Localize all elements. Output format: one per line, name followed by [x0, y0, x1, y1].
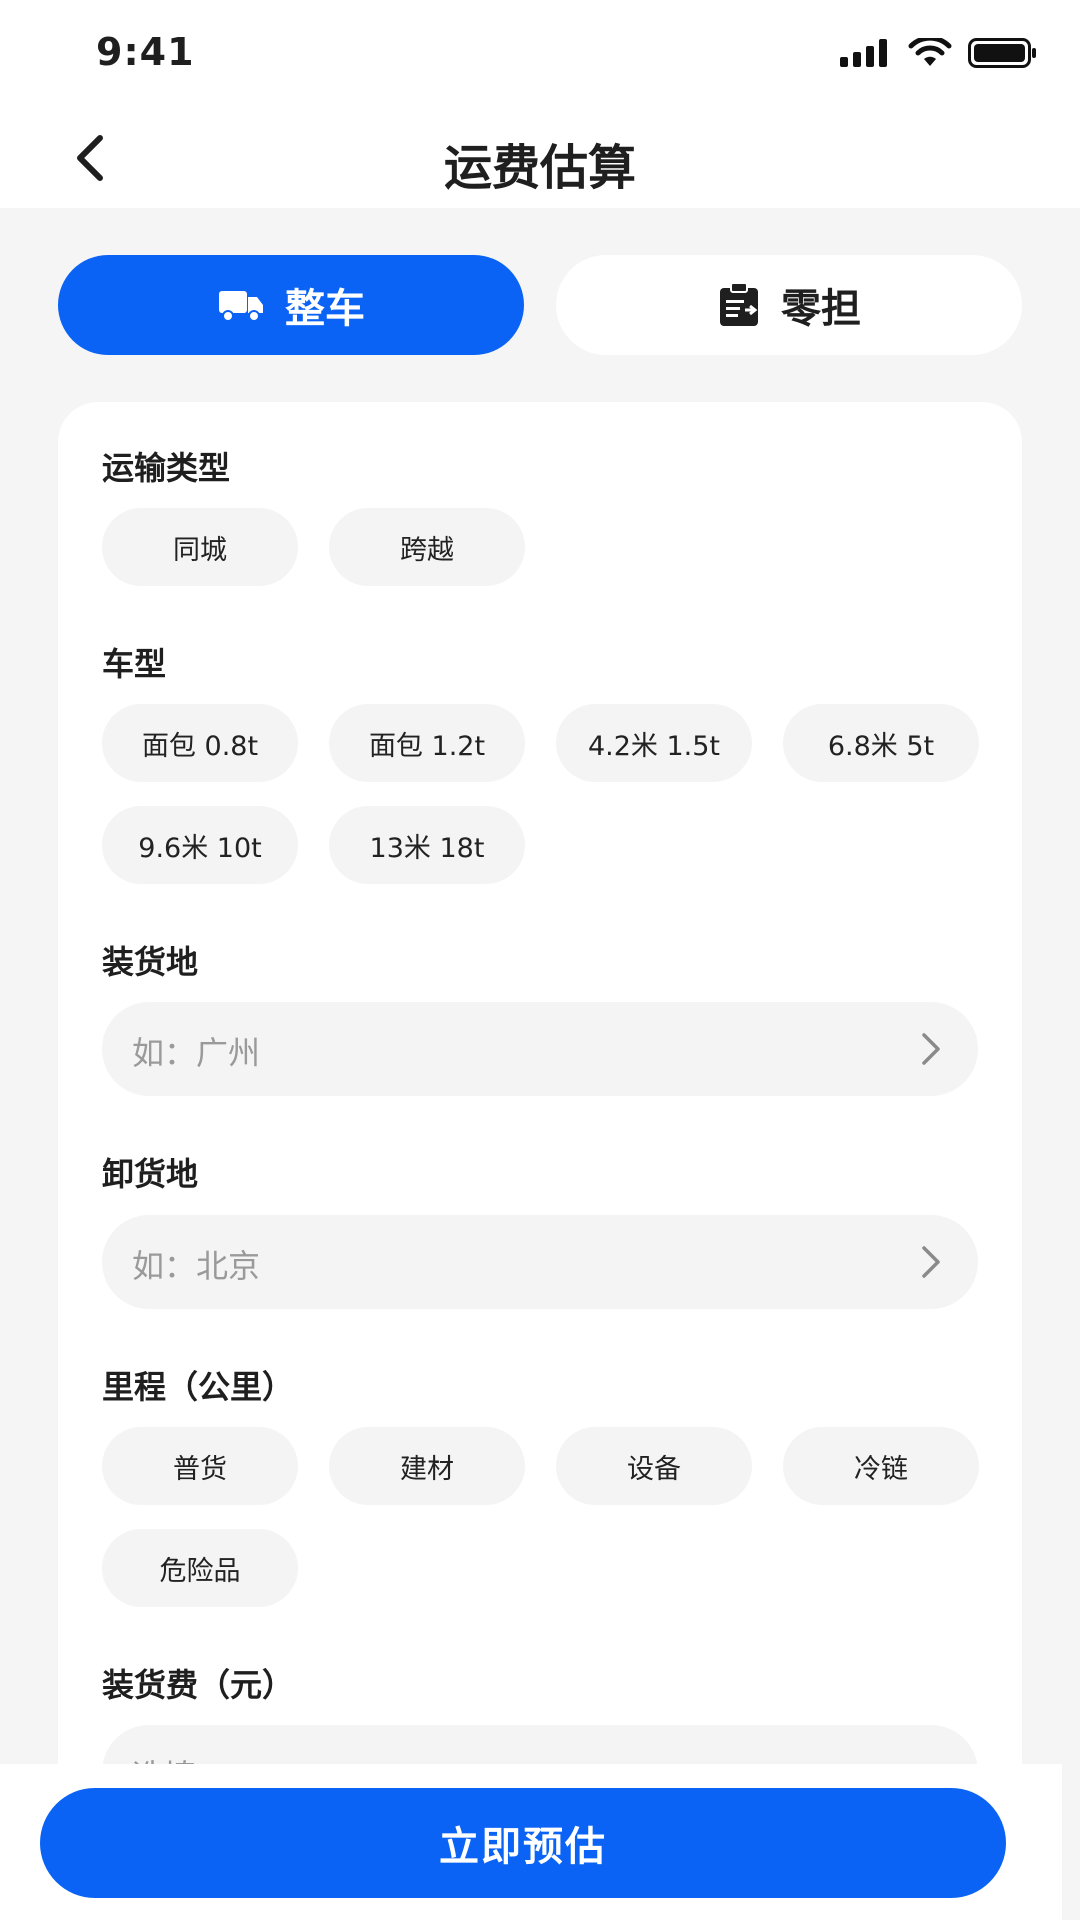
cargo-option[interactable]: 设备: [556, 1427, 752, 1505]
vehicle-type-label: 车型: [102, 645, 167, 683]
transport-type-option-cross-city[interactable]: 跨越: [329, 508, 525, 586]
vehicle-option[interactable]: 4.2米 1.5t: [556, 704, 752, 782]
transport-type-label: 运输类型: [102, 449, 231, 487]
status-time: 9:41: [96, 30, 195, 74]
estimate-now-button[interactable]: 立即预估: [40, 1788, 1006, 1898]
loading-place-placeholder: 如：广州: [132, 1034, 261, 1072]
clipboard-icon: [720, 282, 758, 326]
estimate-form-card: 运输类型 同城 跨越 车型 面包 0.8t 面包 1.2t 4.2米 1.5t …: [58, 402, 1022, 1822]
page-title: 运费估算: [443, 140, 636, 196]
tab-less-than-truckload-label: 零担: [781, 286, 861, 332]
loading-fee-label: 装货费（元）: [102, 1666, 295, 1704]
chevron-right-icon: [922, 1246, 940, 1278]
status-icons: [840, 35, 1038, 72]
cargo-option[interactable]: 普货: [102, 1427, 298, 1505]
chevron-right-icon: [922, 1033, 940, 1065]
cargo-option[interactable]: 建材: [329, 1427, 525, 1505]
status-bar: 9:41: [0, 0, 1080, 108]
navigation-bar: 运费估算: [0, 108, 1080, 208]
cargo-option[interactable]: 危险品: [102, 1529, 298, 1607]
vehicle-option[interactable]: 13米 18t: [329, 806, 525, 884]
vehicle-option[interactable]: 面包 0.8t: [102, 704, 298, 782]
wifi-icon: [908, 35, 952, 72]
loading-place-label: 装货地: [102, 943, 199, 981]
truck-icon: [219, 291, 263, 322]
bottom-action-bar: 立即预估: [0, 1764, 1062, 1920]
cellular-signal-icon: [840, 39, 892, 71]
unloading-place-placeholder: 如：北京: [132, 1247, 261, 1285]
transport-type-option-same-city[interactable]: 同城: [102, 508, 298, 586]
tab-full-truckload-label: 整车: [285, 286, 365, 332]
loading-place-field[interactable]: 如：广州: [102, 1002, 978, 1096]
unloading-place-field[interactable]: 如：北京: [102, 1215, 978, 1309]
vehicle-option[interactable]: 9.6米 10t: [102, 806, 298, 884]
vehicle-option[interactable]: 面包 1.2t: [329, 704, 525, 782]
vehicle-option[interactable]: 6.8米 5t: [783, 704, 979, 782]
cargo-option[interactable]: 冷链: [783, 1427, 979, 1505]
tab-full-truckload[interactable]: 整车: [58, 255, 524, 355]
battery-icon: [968, 38, 1038, 72]
mode-tabs: 整车 零担: [58, 255, 1022, 355]
mileage-label: 里程（公里）: [102, 1368, 295, 1406]
tab-less-than-truckload[interactable]: 零担: [556, 255, 1022, 355]
unloading-place-label: 卸货地: [102, 1155, 199, 1193]
